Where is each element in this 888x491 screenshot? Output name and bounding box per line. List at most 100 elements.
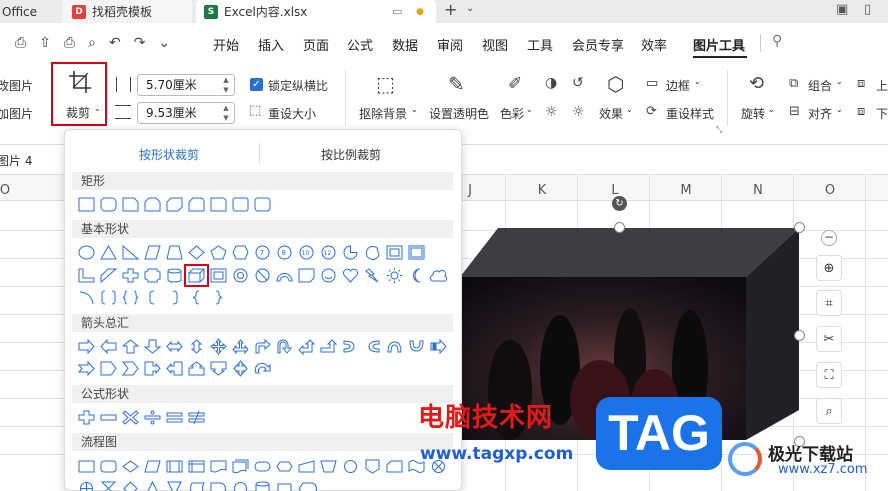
shape-oval-icon[interactable] (78, 245, 95, 260)
sidebar-toggle-icon[interactable]: ▯ (864, 2, 871, 17)
border-button[interactable]: 边框 (666, 77, 690, 94)
shape-flow-alt-process-icon[interactable] (100, 459, 117, 474)
shape-u-turn-arrow-icon[interactable] (276, 339, 293, 354)
shape-decagon-icon[interactable]: 10 (298, 245, 315, 260)
shape-right-arrow-icon[interactable] (78, 338, 95, 355)
name-box[interactable]: 图片 4 (0, 152, 32, 169)
shape-bent-up-arrow-icon[interactable] (320, 339, 338, 354)
remove-bg-button[interactable]: 抠除背景 (359, 105, 407, 122)
shape-not-equal-icon[interactable] (188, 410, 205, 425)
menu-home[interactable]: 开始 (213, 35, 239, 54)
shape-cube-icon[interactable] (184, 264, 209, 287)
shape-flow-offpage-icon[interactable] (364, 459, 381, 474)
shape-moon-icon[interactable] (408, 268, 425, 283)
shape-half-frame-icon[interactable] (408, 245, 425, 260)
shape-flow-preparation-icon[interactable] (276, 459, 293, 474)
crop-side-icon[interactable]: ⌗ (816, 290, 842, 316)
menu-insert[interactable]: 插入 (258, 35, 284, 54)
shape-right-callout-icon[interactable] (144, 361, 161, 376)
shape-right-brace-icon[interactable] (210, 290, 227, 305)
column-n[interactable]: N (743, 183, 773, 198)
shape-equal-icon[interactable] (166, 410, 183, 425)
column-l[interactable]: L (600, 183, 630, 198)
shape-diamond-icon[interactable] (188, 245, 205, 260)
shape-round3-icon[interactable] (254, 197, 271, 212)
resize-handle-tr[interactable] (794, 222, 805, 233)
collapse-icon[interactable]: − (821, 230, 837, 246)
shape-quad-callout-icon[interactable] (232, 360, 249, 377)
shape-up-down-arrow-icon[interactable] (188, 339, 205, 354)
column-o-left[interactable]: O (0, 183, 20, 198)
reset-size-button[interactable]: 重设大小 (268, 105, 316, 122)
search-icon[interactable]: ⚲ (772, 33, 782, 49)
reset-style-button[interactable]: 重设样式 (666, 105, 714, 122)
scan-icon[interactable]: ⛶ (816, 362, 842, 388)
sun-small-icon[interactable]: ☼ (572, 104, 585, 120)
rotate-handle-icon[interactable]: ↻ (612, 196, 627, 211)
shape-divide-icon[interactable] (144, 410, 161, 425)
shape-arc-block-icon[interactable] (276, 268, 293, 283)
shape-flow-process-icon[interactable] (78, 459, 95, 474)
shape-donut-icon[interactable] (232, 268, 249, 283)
tab-list-chevron-icon[interactable]: ⌄ (466, 3, 474, 14)
shape-curved-up-arrow-icon[interactable] (386, 339, 403, 354)
shape-flow-decision-icon[interactable] (122, 459, 139, 474)
shape-double-brace-icon[interactable] (122, 290, 139, 305)
shape-snip-round-icon[interactable] (188, 197, 205, 212)
shape-flow-magnetic-disk-icon[interactable] (254, 481, 271, 491)
new-tab-icon[interactable]: + (444, 0, 457, 19)
menu-picture-tools[interactable]: 图片工具 (693, 35, 745, 54)
shape-hexagon-icon[interactable] (232, 245, 249, 260)
column-k[interactable]: K (527, 183, 557, 198)
shape-down-arrow-icon[interactable] (143, 339, 162, 354)
shape-chevron-icon[interactable] (121, 361, 139, 376)
shape-minus-icon[interactable] (100, 410, 117, 425)
shape-arc-icon[interactable] (78, 290, 95, 305)
shape-quad-arrow-icon[interactable] (210, 338, 227, 355)
shape-snip-rect-icon[interactable] (122, 197, 139, 212)
shape-double-bracket-icon[interactable] (100, 290, 117, 305)
shape-left-right-up-arrow-icon[interactable] (232, 339, 249, 355)
menu-formula[interactable]: 公式 (347, 35, 373, 54)
shape-round1-icon[interactable] (210, 197, 227, 212)
menu-page[interactable]: 页面 (303, 35, 329, 54)
shape-bevel-icon[interactable] (210, 268, 227, 283)
shape-up-callout-icon[interactable] (188, 361, 205, 376)
shape-folded-corner-icon[interactable] (298, 268, 315, 283)
shape-flow-manual-input-icon[interactable] (298, 459, 315, 474)
menu-tools[interactable]: 工具 (527, 35, 553, 54)
menu-data[interactable]: 数据 (392, 35, 418, 54)
shape-rect-icon[interactable] (78, 197, 95, 212)
set-transparent-button[interactable]: 设置透明色 (429, 105, 489, 122)
group-button[interactable]: 组合 (808, 77, 832, 94)
shape-plaque-icon[interactable] (144, 268, 161, 283)
resize-handle-tl[interactable] (614, 222, 625, 233)
shape-notched-right-arrow-icon[interactable] (77, 360, 95, 377)
window-layout-icon[interactable]: ▣ (836, 2, 848, 17)
lock-ratio-checkbox[interactable]: ✓ (250, 78, 263, 91)
shape-left-callout-icon[interactable] (166, 361, 183, 376)
shape-round-rect-icon[interactable] (100, 197, 117, 212)
shape-heart-icon[interactable] (342, 268, 359, 283)
shape-no-symbol-icon[interactable] (254, 268, 271, 283)
shape-flow-sequential-icon[interactable] (232, 481, 249, 491)
image-search-icon[interactable]: ⌕ (816, 398, 842, 424)
crop-button[interactable]: 裁剪 ⌄ (51, 62, 107, 126)
effect-button[interactable]: 效果 (599, 105, 623, 122)
width-spin-icon[interactable]: ▲ ▼ (220, 75, 232, 95)
add-picture-button[interactable]: 加图片 (0, 105, 33, 122)
height-spin-icon[interactable]: ▲ ▼ (220, 103, 232, 123)
shape-round2-icon[interactable] (232, 197, 249, 212)
tab-excel[interactable]: S Excel内容.xlsx ▭ ● (196, 0, 436, 23)
shape-snip-diag-icon[interactable] (166, 197, 183, 212)
shape-down-callout-icon[interactable] (210, 361, 227, 376)
shape-flow-delay-icon[interactable] (210, 481, 227, 491)
shape-curved-down-arrow-icon[interactable] (408, 339, 425, 354)
shape-plus-icon[interactable] (78, 410, 95, 425)
shape-parallelogram-icon[interactable] (144, 245, 161, 260)
rotate-button[interactable]: 旋转 (741, 105, 765, 122)
column-o[interactable]: O (815, 183, 845, 198)
width-field[interactable]: 5.70厘米 ▲ ▼ (137, 74, 235, 96)
height-field[interactable]: 9.53厘米 ▲ ▼ (137, 102, 235, 124)
send-down-button[interactable]: 下 (876, 105, 888, 122)
